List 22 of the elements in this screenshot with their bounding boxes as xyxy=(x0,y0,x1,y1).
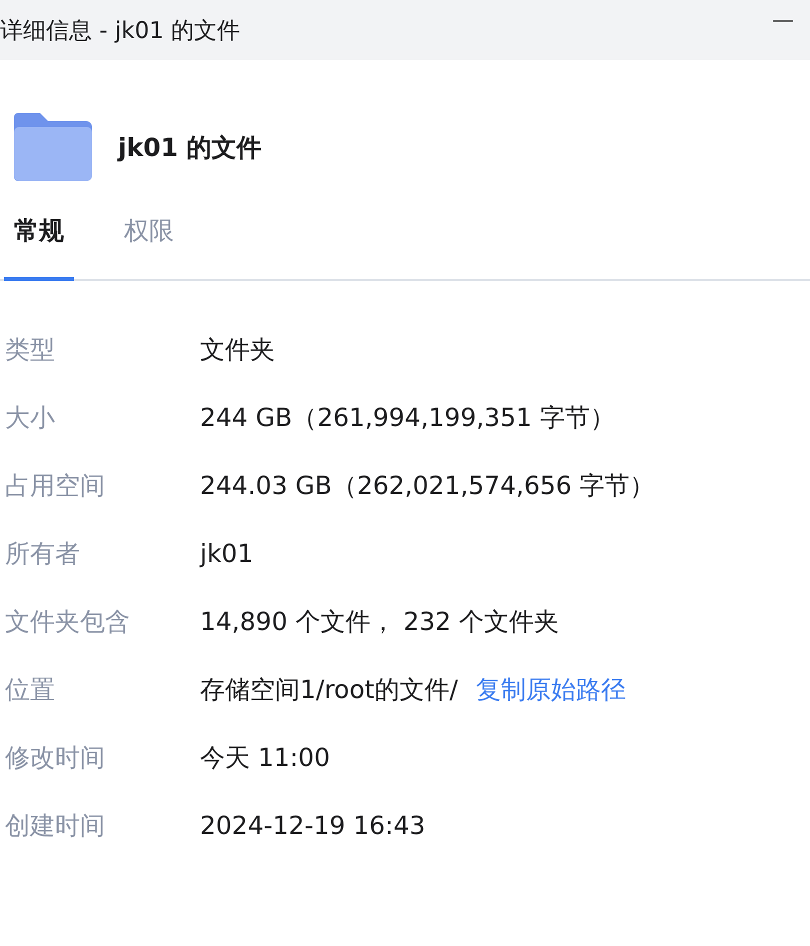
folder-name: jk01 的文件 xyxy=(118,132,262,164)
property-value: 存储空间1/root的文件/ xyxy=(200,674,458,706)
property-label: 创建时间 xyxy=(5,810,106,842)
folder-icon xyxy=(14,113,92,181)
copy-path-link[interactable]: 复制原始路径 xyxy=(476,673,626,707)
property-value: jk01 xyxy=(200,538,254,570)
property-label: 类型 xyxy=(5,334,56,366)
property-label: 位置 xyxy=(5,674,56,706)
property-value: 文件夹 xyxy=(200,334,275,366)
tab[interactable]: 常规 xyxy=(4,212,74,281)
property-value: 今天 11:00 xyxy=(200,742,330,774)
property-label: 修改时间 xyxy=(5,742,106,774)
property-label: 文件夹包含 xyxy=(5,606,131,638)
property-value: 2024-12-19 16:43 xyxy=(200,810,426,842)
property-value: 244 GB（261,994,199,351 字节） xyxy=(200,402,615,434)
window-title: 详细信息 - jk01 的文件 xyxy=(0,16,240,46)
property-label: 大小 xyxy=(5,402,56,434)
property-value: 244.03 GB（262,021,574,656 字节） xyxy=(200,470,655,502)
property-value: 14,890 个文件， 232 个文件夹 xyxy=(200,606,560,638)
property-label: 所有者 xyxy=(5,538,81,570)
minimize-button[interactable]: — xyxy=(772,8,794,32)
property-label: 占用空间 xyxy=(5,470,106,502)
